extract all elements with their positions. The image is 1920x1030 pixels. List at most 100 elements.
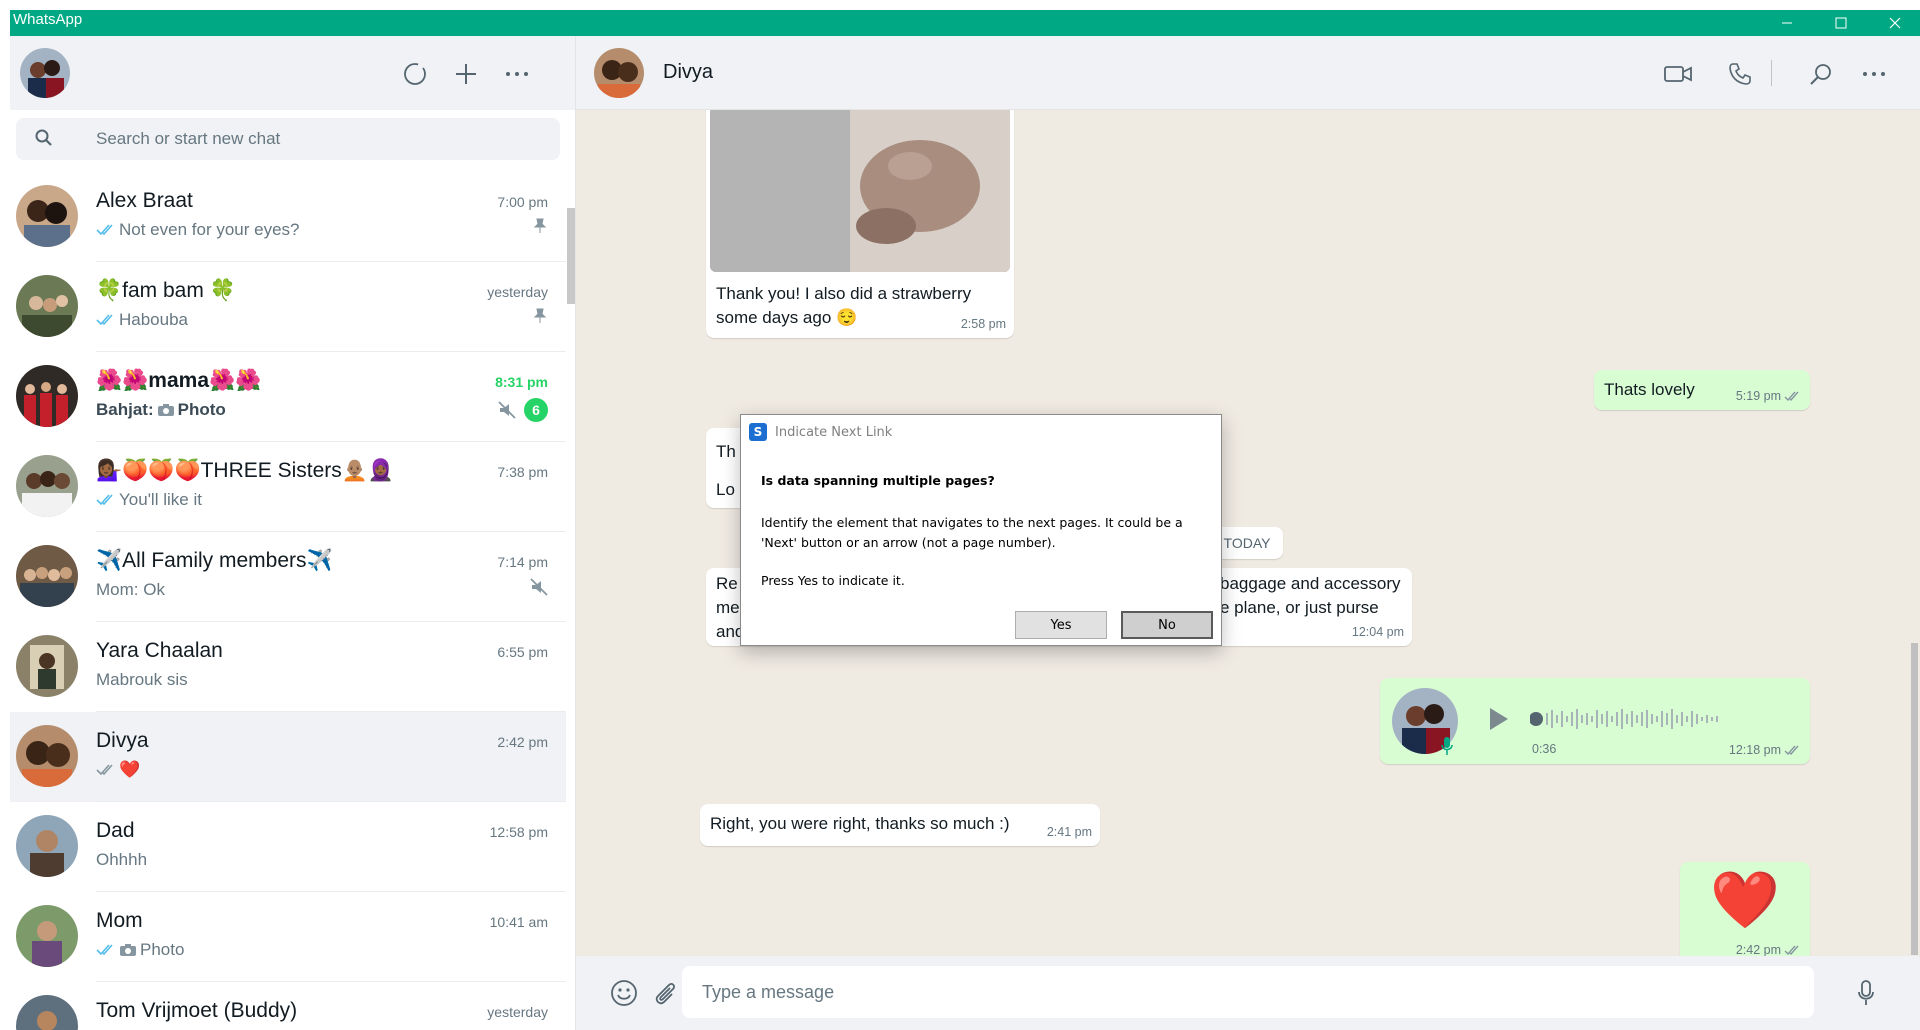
chat-time: 7:14 pm [497, 554, 548, 570]
uipath-studio-icon: S [749, 423, 767, 441]
chat-name: Yara Chaalan [96, 639, 223, 662]
double-tick-delivered-icon [1784, 745, 1799, 755]
more-icon [1863, 72, 1885, 76]
scrollbar-thumb[interactable] [1911, 643, 1918, 955]
maximize-button[interactable] [1818, 10, 1864, 36]
phone-icon [1729, 63, 1751, 85]
attach-button[interactable] [645, 973, 685, 1013]
chat-item-alex-braat[interactable]: Alex Braat 7:00 pm Not even for your eye… [10, 172, 566, 262]
chat-time: 10:41 am [489, 914, 548, 930]
chat-time: 12:58 pm [489, 824, 548, 840]
dialog-title: Indicate Next Link [775, 425, 893, 440]
minimize-icon [1782, 22, 1792, 24]
conversation-menu-button[interactable] [1854, 54, 1894, 94]
no-button[interactable]: No [1121, 611, 1213, 639]
indicate-next-link-dialog: S Indicate Next Link Is data spanning mu… [740, 414, 1222, 646]
paperclip-icon [655, 983, 675, 1005]
chat-preview-text: Photo [177, 400, 226, 419]
close-window-button[interactable] [1872, 10, 1918, 36]
chat-item-yara-chaalan[interactable]: Yara Chaalan 6:55 pm Mabrouk sis [10, 622, 566, 712]
chat-item-divya[interactable]: Divya 2:42 pm ❤️ [10, 712, 566, 802]
chat-item-dad[interactable]: Dad 12:58 pm Ohhhh [10, 802, 566, 892]
chat-item-mom[interactable]: Mom 10:41 am Photo [10, 892, 566, 982]
message-text: Thats lovely [1604, 380, 1695, 399]
message-photo[interactable] [710, 110, 1010, 272]
message-incoming-photo[interactable]: Thank you! I also did a strawberry some … [706, 110, 1014, 338]
avatar [16, 185, 78, 247]
message-text-right: baggage and accessory e plane, or just p… [1220, 572, 1401, 620]
title-bar: WhatsApp [10, 10, 1920, 36]
search-box [16, 118, 560, 160]
chat-time: 7:00 pm [497, 194, 548, 210]
muted-icon [530, 578, 548, 596]
chat-name: Divya [96, 729, 149, 752]
chat-item-all-family-members[interactable]: ✈️All Family members✈️ 7:14 pm Mom: Ok [10, 532, 566, 622]
message-time: 5:19 pm [1735, 389, 1781, 403]
chat-preview: Ohhhh [96, 850, 147, 870]
play-button[interactable] [1482, 704, 1512, 734]
voice-record-button[interactable] [1846, 973, 1886, 1013]
message-time: 2:41 pm [1046, 825, 1092, 839]
chat-preview-text: Ohhhh [96, 850, 148, 869]
close-icon [1889, 17, 1901, 29]
my-avatar[interactable] [20, 48, 70, 98]
camera-icon [157, 404, 174, 416]
chat-time: 6:55 pm [497, 644, 548, 660]
chat-time: yesterday [487, 284, 548, 300]
message-outgoing-voice[interactable]: 0:36 12:18 pm [1380, 678, 1810, 764]
menu-button[interactable] [497, 54, 537, 94]
double-tick-read-icon [96, 314, 113, 326]
message-text: Thank you! I also did a strawberry some … [716, 282, 971, 330]
contact-avatar[interactable] [594, 48, 644, 98]
chat-preview-sender: Bahjat: [96, 400, 154, 419]
chat-item-mama[interactable]: 🌺🌺mama🌺🌺 8:31 pm Bahjat: Photo 6 [10, 352, 566, 442]
chat-preview: Not even for your eyes? [96, 220, 299, 240]
double-tick-delivered-icon [96, 764, 113, 776]
pin-icon [533, 218, 547, 233]
chat-preview-text: Not even for your eyes? [119, 220, 300, 239]
voice-waveform[interactable] [1530, 702, 1770, 736]
message-list-scrollbar[interactable] [1908, 110, 1920, 956]
message-composer [576, 956, 1920, 1030]
plus-icon [456, 64, 476, 84]
chat-name: Tom Vrijmoet (Buddy) [96, 999, 298, 1022]
chat-item-three-sisters[interactable]: 💁🏾‍♀️🍑🍑🍑THREE Sisters🧑🏽‍🦲🧕🏾 7:38 pm You'… [10, 442, 566, 532]
chat-preview-text: Photo [140, 940, 185, 959]
chat-item-tom-vrijmoet[interactable]: Tom Vrijmoet (Buddy) yesterday [10, 982, 566, 1030]
header-divider [1771, 60, 1772, 86]
message-meta: 2:42 pm [1736, 943, 1802, 956]
minimize-button[interactable] [1764, 10, 1810, 36]
message-incoming[interactable]: Right, you were right, thanks so much :)… [700, 804, 1100, 846]
chat-meta [532, 218, 548, 234]
chat-preview: Mabrouk sis [96, 670, 188, 690]
chat-list-scrollbar[interactable] [566, 182, 575, 1030]
scrollbar-thumb[interactable] [567, 208, 575, 304]
message-input[interactable] [682, 966, 1814, 1018]
emoji-button[interactable] [604, 973, 644, 1013]
more-icon [506, 72, 528, 76]
voice-call-button[interactable] [1720, 54, 1760, 94]
message-outgoing-emoji[interactable]: ❤️ 2:42 pm [1680, 862, 1810, 956]
voice-duration: 0:36 [1532, 742, 1557, 756]
conversation-header: Divya [576, 36, 1920, 110]
mic-icon [1441, 737, 1453, 755]
video-camera-icon [1664, 66, 1692, 82]
status-button[interactable] [395, 54, 435, 94]
chat-item-fam-bam[interactable]: 🍀fam bam 🍀 yesterday Habouba [10, 262, 566, 352]
chat-preview: Photo [96, 940, 184, 960]
avatar [16, 995, 78, 1030]
message-text: Th Lo [716, 440, 736, 502]
video-call-button[interactable] [1658, 54, 1698, 94]
contact-name[interactable]: Divya [663, 61, 713, 84]
avatar [16, 275, 78, 337]
search-messages-button[interactable] [1801, 54, 1841, 94]
pin-icon [533, 308, 547, 323]
new-chat-button[interactable] [446, 54, 486, 94]
message-line: baggage and accessory [1220, 574, 1401, 593]
camera-icon [120, 944, 136, 956]
yes-button[interactable]: Yes [1015, 611, 1107, 639]
message-outgoing[interactable]: Thats lovely 5:19 pm [1594, 370, 1810, 410]
chat-time: 2:42 pm [497, 734, 548, 750]
sidebar-header [10, 36, 575, 110]
search-input[interactable] [96, 118, 536, 160]
